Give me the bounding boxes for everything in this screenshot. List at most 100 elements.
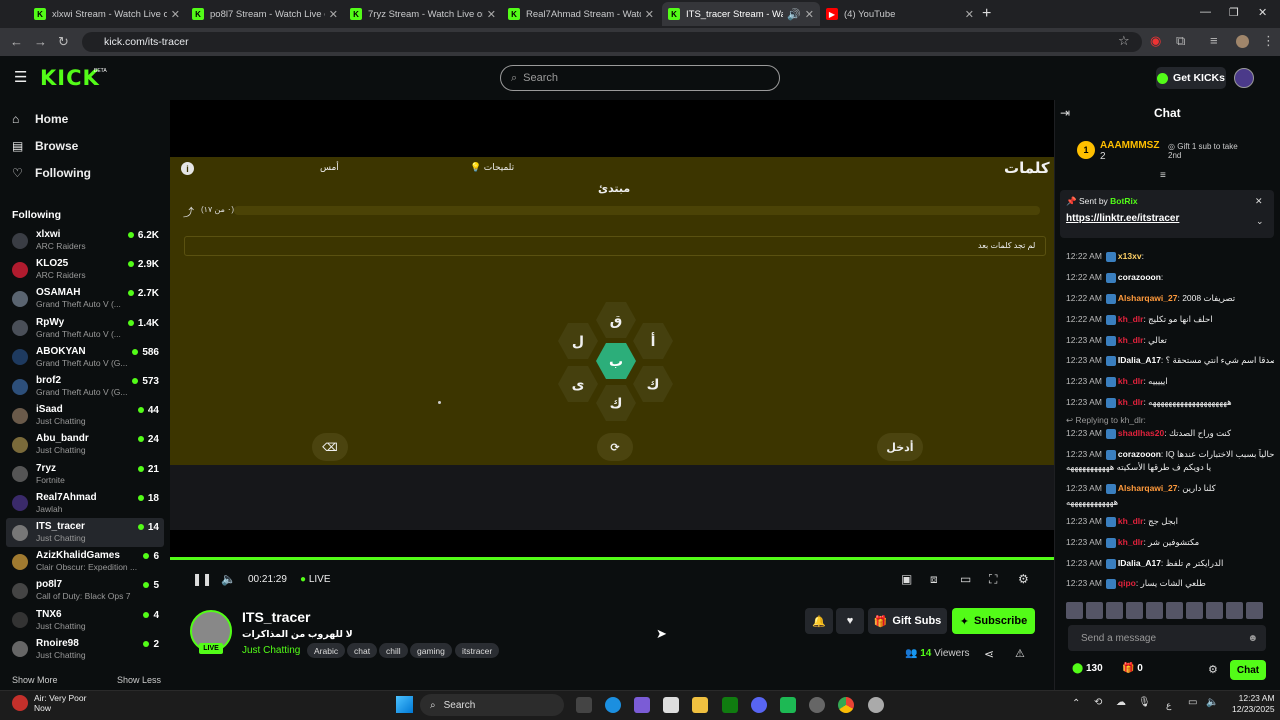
followed-channel[interactable]: Rnoire98 Just Chatting 2	[6, 635, 164, 664]
sidebar-item-home[interactable]: ⌂ Home	[12, 112, 68, 126]
search-input[interactable]: ⌕ Search	[500, 65, 780, 91]
chat-settings-icon[interactable]: ⚙	[1208, 663, 1218, 676]
followed-channel[interactable]: ABOKYAN Grand Theft Auto V (G... 586	[6, 343, 164, 372]
network-icon[interactable]: ▭	[1188, 697, 1197, 708]
info-icon[interactable]: i	[181, 162, 194, 175]
collapse-chat-icon[interactable]: ⇥	[1060, 106, 1070, 120]
browser-tab[interactable]: K 7ryz Stream - Watch Live on Kick ✕	[344, 2, 502, 26]
followed-channel[interactable]: brof2 Grand Theft Auto V (G... 573	[6, 372, 164, 401]
gift-subs-button[interactable]: 🎁 Gift Subs	[868, 608, 947, 634]
followed-channel[interactable]: iSaad Just Chatting 44	[6, 401, 164, 430]
sync-icon[interactable]: ⟲	[1094, 697, 1102, 708]
settings-gear-icon[interactable]: ⚙	[1018, 572, 1029, 586]
hamburger-menu-icon[interactable]: ☰	[14, 68, 27, 86]
show-more-link[interactable]: Show More	[12, 675, 58, 685]
followed-channel[interactable]: po8l7 Call of Duty: Black Ops 7 5	[6, 576, 164, 605]
close-icon[interactable]: ✕	[805, 8, 814, 21]
chat-username[interactable]: kh_dlr	[1118, 537, 1144, 547]
delete-letter-button[interactable]: ⌫	[312, 433, 348, 461]
followed-channel[interactable]: Abu_bandr Just Chatting 24	[6, 430, 164, 459]
yesterday-button[interactable]: أمس	[320, 162, 339, 173]
browser-tab[interactable]: ▶ (4) YouTube ✕	[820, 2, 980, 26]
kick-logo[interactable]: KICK	[40, 66, 100, 90]
back-icon[interactable]: ←	[10, 34, 23, 49]
notification-bell-button[interactable]: 🔔	[805, 608, 833, 634]
follow-heart-button[interactable]: ♥	[836, 608, 864, 634]
sidebar-item-following[interactable]: ♡ Following	[12, 166, 91, 180]
followed-channel[interactable]: TNX6 Just Chatting 4	[6, 606, 164, 635]
edge-icon[interactable]	[605, 697, 621, 713]
browser-tab[interactable]: K Real7Ahmad Stream - Watch Live on Kick ✕	[502, 2, 660, 26]
tag[interactable]: Arabic	[307, 643, 346, 658]
chat-username[interactable]: corazooon	[1118, 272, 1161, 282]
language-indicator[interactable]: ع	[1166, 700, 1171, 711]
task-view-icon[interactable]	[576, 697, 592, 713]
chat-username[interactable]: kh_dlr	[1118, 314, 1144, 324]
chat-username[interactable]: shadlhas20	[1118, 428, 1164, 438]
windows-start-icon[interactable]	[396, 696, 413, 713]
xbox-icon[interactable]	[722, 697, 738, 713]
hints-button[interactable]: 💡 تلميحات	[470, 162, 514, 173]
theater-mode-icon[interactable]: ▭	[960, 572, 971, 586]
copilot-icon[interactable]	[634, 697, 650, 713]
file-explorer-icon[interactable]	[692, 697, 708, 713]
chat-username[interactable]: kh_dlr	[1118, 376, 1144, 386]
emote-bar[interactable]	[1066, 602, 1266, 620]
emoji-icon[interactable]: ☻	[1247, 633, 1258, 644]
system-clock[interactable]: 12:23 AM 12/23/2025	[1232, 693, 1275, 715]
sidebar-item-browse[interactable]: ▤ Browse	[12, 139, 78, 153]
send-chat-button[interactable]: Chat	[1230, 660, 1266, 680]
tag[interactable]: gaming	[410, 643, 452, 658]
tag[interactable]: chill	[379, 643, 408, 658]
channel-name[interactable]: ITS_tracer	[242, 609, 310, 625]
fullscreen-icon[interactable]: ⛶	[989, 572, 997, 587]
chat-input[interactable]: Send a message ☻	[1068, 625, 1266, 651]
followed-channel[interactable]: OSAMAH Grand Theft Auto V (... 2.7K	[6, 284, 164, 313]
user-avatar[interactable]	[1234, 68, 1254, 88]
share-icon[interactable]: ⤴	[183, 204, 194, 220]
url-field[interactable]: kick.com/its-tracer	[82, 32, 1142, 52]
subscribe-button[interactable]: ✦ Subscribe	[952, 608, 1035, 634]
chat-username[interactable]: IDalia_A17	[1118, 355, 1161, 365]
reload-icon[interactable]: ↻	[58, 34, 69, 50]
show-less-link[interactable]: Show Less	[117, 675, 161, 685]
close-icon[interactable]: ✕	[487, 8, 496, 21]
expand-leaderboard-icon[interactable]: ≡	[1160, 170, 1166, 181]
bookmark-star-icon[interactable]: ☆	[1118, 33, 1130, 49]
close-window-icon[interactable]: ✕	[1258, 6, 1267, 19]
maximize-icon[interactable]: ❐	[1229, 6, 1239, 19]
browser-tab[interactable]: Kpo8l7 Stream - Watch Live on Kick ✕	[186, 2, 344, 26]
chat-username[interactable]: corazooon	[1118, 449, 1161, 459]
stream-category[interactable]: Just Chatting	[242, 645, 300, 656]
pinned-sender-name[interactable]: BotRix	[1110, 196, 1137, 206]
followed-channel[interactable]: xlxwi ARC Raiders 6.2K	[6, 226, 164, 255]
taskbar-search[interactable]: ⌕ Search	[420, 694, 564, 716]
microphone-icon[interactable]: 🎙	[1138, 697, 1151, 708]
weather-widget[interactable]: Air: Very Poor Now	[34, 693, 86, 713]
close-icon[interactable]: ✕	[645, 8, 654, 21]
top-gifter[interactable]: AAAMMMSZ 2	[1100, 140, 1159, 162]
tag[interactable]: chat	[347, 643, 378, 658]
browser-tab-active[interactable]: K ITS_tracer Stream - Watch Live on Kick 🔊…	[662, 2, 820, 26]
discord-icon[interactable]	[751, 697, 767, 713]
store-icon[interactable]	[663, 697, 679, 713]
shuffle-button[interactable]: ⟳	[597, 433, 633, 461]
chat-username[interactable]: kh_dlr	[1118, 397, 1144, 407]
followed-channel[interactable]: RpWy Grand Theft Auto V (... 1.4K	[6, 314, 164, 343]
volume-icon[interactable]: 🔈	[221, 572, 236, 586]
more-menu-icon[interactable]: ⋮	[1262, 33, 1275, 49]
miniplayer-icon[interactable]: ▣	[901, 572, 912, 586]
speaker-icon[interactable]: 🔈	[1206, 697, 1218, 708]
air-quality-icon[interactable]	[12, 695, 28, 711]
forward-icon[interactable]: →	[34, 34, 47, 49]
gift-prompt[interactable]: ◎ Gift 1 sub to take 2nd	[1168, 142, 1248, 160]
chat-username[interactable]: kh_dlr	[1118, 335, 1144, 345]
cloud-icon[interactable]: ☁	[1116, 697, 1126, 708]
chat-username[interactable]: IDalia_A17	[1118, 558, 1161, 568]
close-icon[interactable]: ✕	[965, 8, 974, 21]
pause-icon[interactable]: ❚❚	[192, 572, 212, 586]
clip-icon[interactable]: ⧈	[930, 572, 938, 587]
profile-avatar[interactable]	[1236, 35, 1249, 48]
media-controls-icon[interactable]: ≡	[1210, 33, 1218, 48]
chat-username[interactable]: kh_dlr	[1118, 516, 1144, 526]
